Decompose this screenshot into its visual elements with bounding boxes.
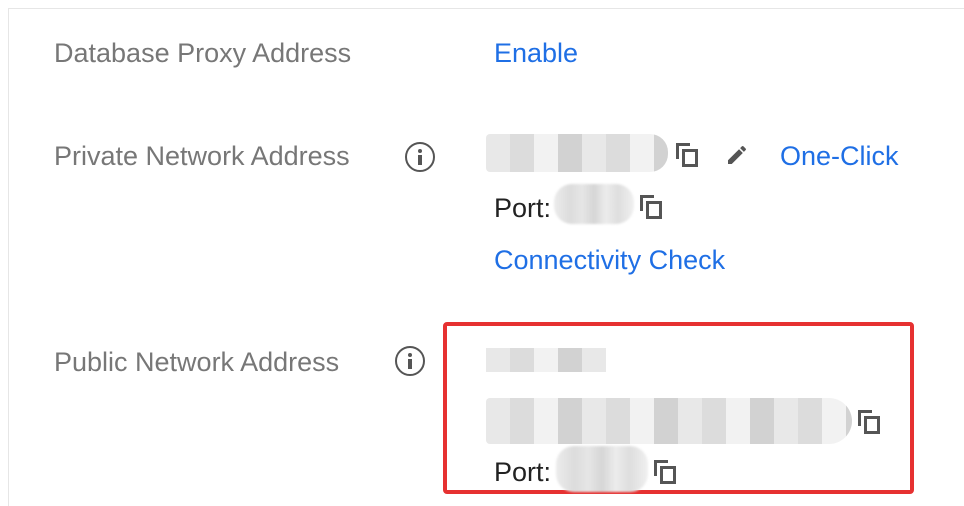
public-address-value-redacted-2 [486,398,852,444]
enable-proxy-link[interactable]: Enable [494,38,578,69]
private-info-icon[interactable] [405,142,435,172]
panel-top-border [8,8,964,9]
connectivity-check-link[interactable]: Connectivity Check [494,245,725,276]
one-click-link[interactable]: One-Click [780,141,899,172]
public-address-copy-icon[interactable] [858,410,880,434]
public-port-copy-icon[interactable] [654,460,676,484]
public-info-icon[interactable] [395,346,425,376]
private-address-value-redacted [486,134,668,172]
private-address-label: Private Network Address [54,141,350,171]
panel-left-border [8,8,9,506]
public-address-value-redacted-1 [486,348,606,372]
public-address-label: Public Network Address [54,347,340,377]
public-port-label: Port: [494,457,552,487]
private-port-copy-icon[interactable] [640,195,662,219]
private-port-value-redacted [554,184,634,224]
proxy-address-label: Database Proxy Address [54,38,352,68]
private-address-copy-icon[interactable] [676,143,698,167]
edit-icon[interactable] [725,143,749,167]
public-port-value-redacted [556,446,648,492]
private-port-label: Port: [494,193,552,223]
